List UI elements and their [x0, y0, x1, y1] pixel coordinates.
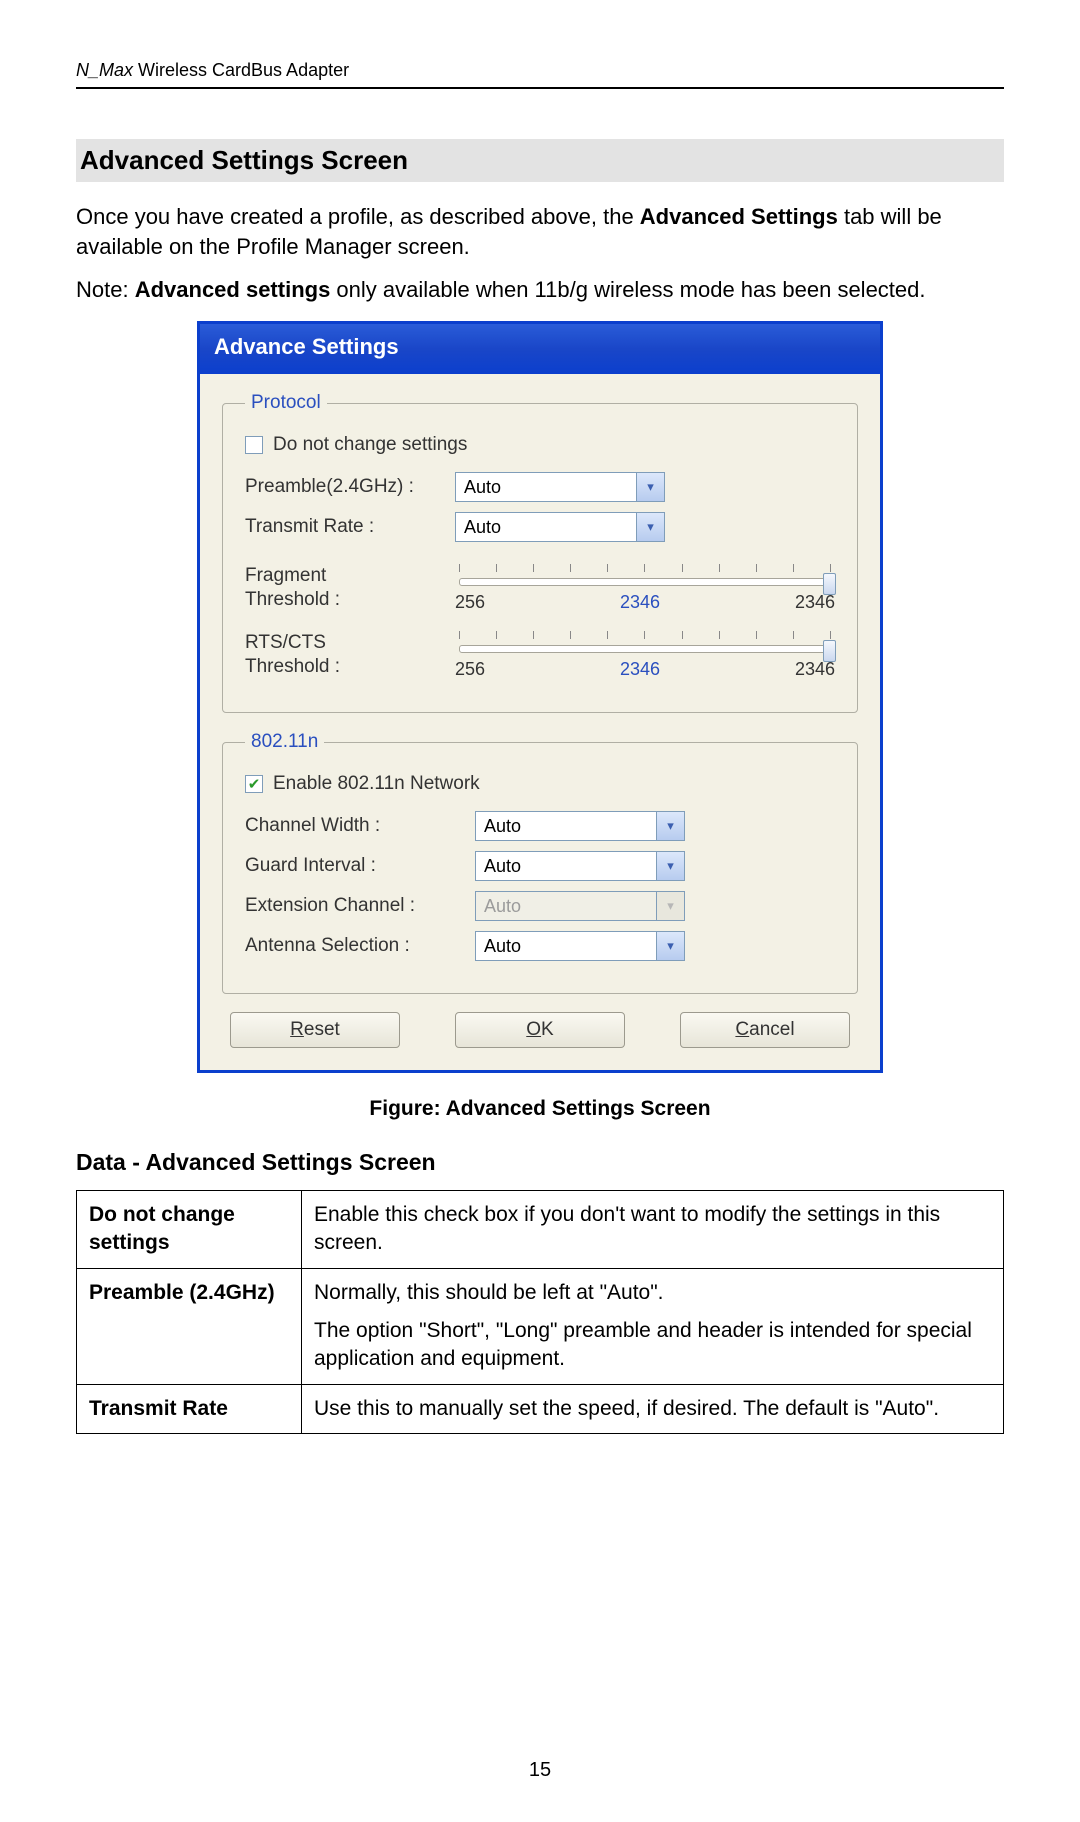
preamble-combo[interactable]: Auto ▾ [455, 472, 665, 502]
ok-button[interactable]: OK [455, 1012, 625, 1048]
do-not-change-row: Do not change settings [245, 434, 835, 456]
extension-channel-row: Extension Channel : Auto ▾ [245, 891, 835, 921]
rts-row: RTS/CTS Threshold : 256 2346 [245, 631, 835, 680]
antenna-selection-value: Auto [476, 932, 656, 960]
data-table: Do not change settings Enable this check… [76, 1190, 1004, 1434]
fragment-max: 2346 [795, 592, 835, 613]
80211n-legend: 802.11n [245, 731, 324, 753]
chevron-down-icon[interactable]: ▾ [636, 473, 664, 501]
table-row: Do not change settings Enable this check… [77, 1191, 1004, 1269]
extension-channel-value: Auto [476, 892, 656, 920]
slider-ticks [455, 631, 835, 643]
enable-n-label: Enable 802.11n Network [273, 773, 480, 795]
slider-track[interactable] [459, 578, 831, 586]
dialog-panel: Protocol Do not change settings Preamble… [200, 374, 880, 1070]
cancel-button[interactable]: Cancel [680, 1012, 850, 1048]
intro-part1: Once you have created a profile, as desc… [76, 204, 640, 229]
chevron-down-icon[interactable]: ▾ [636, 513, 664, 541]
fragment-label: Fragment Threshold : [245, 564, 455, 612]
section-heading: Advanced Settings Screen [76, 139, 1004, 182]
guard-interval-value: Auto [476, 852, 656, 880]
row-header: Preamble (2.4GHz) [77, 1268, 302, 1384]
channel-width-label: Channel Width : [245, 815, 475, 837]
enable-n-row: Enable 802.11n Network [245, 773, 835, 795]
page-header: N_Max Wireless CardBus Adapter [76, 60, 1004, 81]
guard-interval-row: Guard Interval : Auto ▾ [245, 851, 835, 881]
dialog-window: Advance Settings Protocol Do not change … [197, 321, 883, 1073]
slider-ticks [455, 564, 835, 576]
intro-bold: Advanced Settings [640, 204, 838, 229]
channel-width-combo[interactable]: Auto ▾ [475, 811, 685, 841]
page-number: 15 [0, 1759, 1080, 1782]
preamble-value: Auto [456, 473, 636, 501]
guard-interval-label: Guard Interval : [245, 855, 475, 877]
chevron-down-icon[interactable]: ▾ [656, 812, 684, 840]
rts-min: 256 [455, 659, 485, 680]
fragment-min: 256 [455, 592, 485, 613]
antenna-selection-label: Antenna Selection : [245, 935, 475, 957]
product-italic: N_Max [76, 60, 133, 80]
rts-slider[interactable]: 256 2346 2346 [455, 631, 835, 680]
transmit-row: Transmit Rate : Auto ▾ [245, 512, 835, 542]
fragment-row: Fragment Threshold : 256 2346 [245, 564, 835, 613]
table-row: Preamble (2.4GHz) Normally, this should … [77, 1268, 1004, 1384]
note-lead: Note: [76, 277, 135, 302]
transmit-label: Transmit Rate : [245, 516, 455, 538]
antenna-selection-combo[interactable]: Auto ▾ [475, 931, 685, 961]
rts-current: 2346 [620, 659, 660, 680]
80211n-group: 802.11n Enable 802.11n Network Channel W… [222, 731, 858, 994]
chevron-down-icon: ▾ [656, 892, 684, 920]
note-bold: Advanced settings [135, 277, 331, 302]
fragment-values: 256 2346 2346 [455, 592, 835, 613]
row-header: Do not change settings [77, 1191, 302, 1269]
channel-width-value: Auto [476, 812, 656, 840]
antenna-selection-row: Antenna Selection : Auto ▾ [245, 931, 835, 961]
transmit-value: Auto [456, 513, 636, 541]
preamble-row: Preamble(2.4GHz) : Auto ▾ [245, 472, 835, 502]
channel-width-row: Channel Width : Auto ▾ [245, 811, 835, 841]
chevron-down-icon[interactable]: ▾ [656, 932, 684, 960]
do-not-change-label: Do not change settings [273, 434, 467, 456]
slider-thumb[interactable] [823, 573, 836, 595]
row-header: Transmit Rate [77, 1384, 302, 1433]
dialog-titlebar: Advance Settings [200, 324, 880, 374]
figure-caption: Figure: Advanced Settings Screen [76, 1097, 1004, 1121]
header-rule [76, 87, 1004, 89]
enable-n-checkbox[interactable] [245, 775, 263, 793]
fragment-slider[interactable]: 256 2346 2346 [455, 564, 835, 613]
slider-thumb[interactable] [823, 640, 836, 662]
fragment-current: 2346 [620, 592, 660, 613]
rts-max: 2346 [795, 659, 835, 680]
extension-channel-combo: Auto ▾ [475, 891, 685, 921]
do-not-change-checkbox[interactable] [245, 436, 263, 454]
chevron-down-icon[interactable]: ▾ [656, 852, 684, 880]
transmit-combo[interactable]: Auto ▾ [455, 512, 665, 542]
row-desc: Normally, this should be left at "Auto".… [302, 1268, 1004, 1384]
guard-interval-combo[interactable]: Auto ▾ [475, 851, 685, 881]
table-row: Transmit Rate Use this to manually set t… [77, 1384, 1004, 1433]
row-desc: Use this to manually set the speed, if d… [302, 1384, 1004, 1433]
intro-paragraph: Once you have created a profile, as desc… [76, 202, 1004, 261]
protocol-legend: Protocol [245, 392, 327, 414]
rts-values: 256 2346 2346 [455, 659, 835, 680]
reset-button[interactable]: Reset [230, 1012, 400, 1048]
product-rest: Wireless CardBus Adapter [133, 60, 349, 80]
note-rest: only available when 11b/g wireless mode … [330, 277, 925, 302]
extension-channel-label: Extension Channel : [245, 895, 475, 917]
slider-track[interactable] [459, 645, 831, 653]
preamble-label: Preamble(2.4GHz) : [245, 476, 455, 498]
data-subheading: Data - Advanced Settings Screen [76, 1149, 1004, 1176]
protocol-group: Protocol Do not change settings Preamble… [222, 392, 858, 713]
rts-label: RTS/CTS Threshold : [245, 631, 455, 679]
row-desc: Enable this check box if you don't want … [302, 1191, 1004, 1269]
note-paragraph: Note: Advanced settings only available w… [76, 275, 1004, 305]
dialog-button-row: Reset OK Cancel [222, 1012, 858, 1048]
